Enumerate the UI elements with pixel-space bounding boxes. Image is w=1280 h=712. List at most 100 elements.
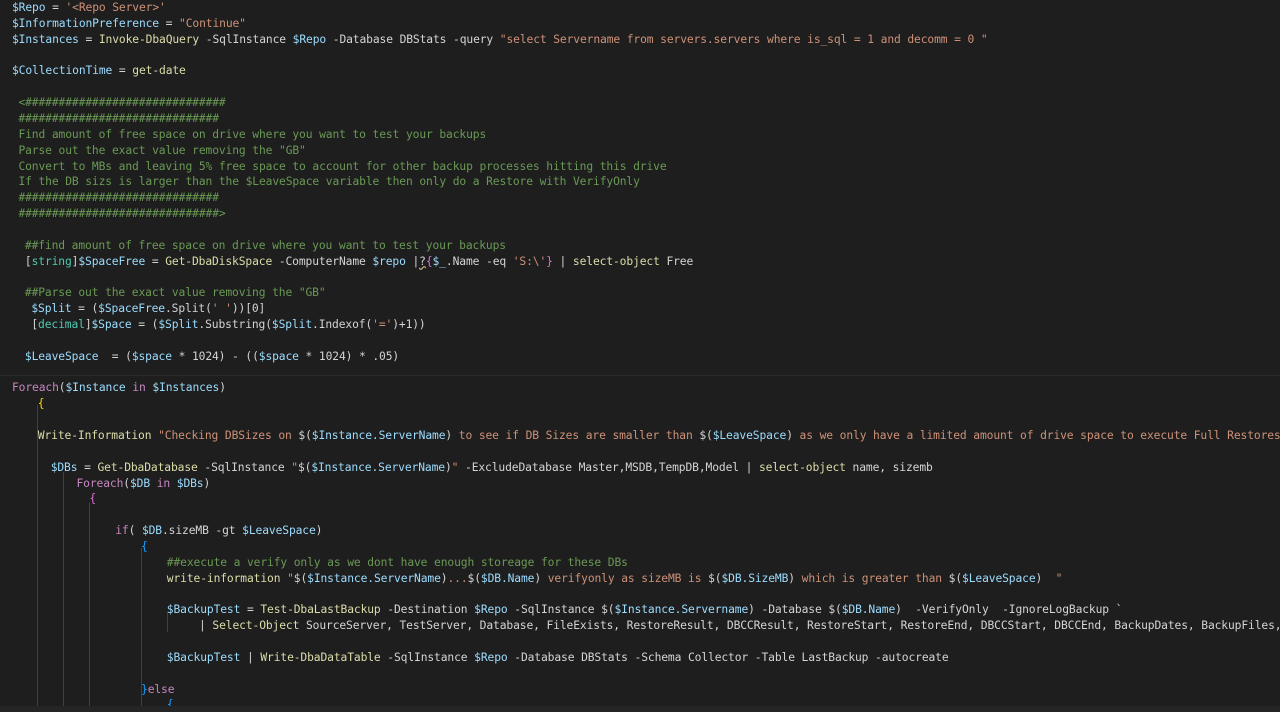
code-token: -SqlInstance bbox=[380, 650, 475, 664]
code-token: = bbox=[159, 16, 180, 30]
code-token: .ServerName bbox=[371, 460, 445, 474]
code-line[interactable]: [decimal]$Space = ($Split.Substring($Spl… bbox=[31, 317, 425, 333]
code-token: to see if DB Sizes are smaller than bbox=[452, 428, 700, 442]
code-line[interactable]: $DBs = Get-DbaDatabase -SqlInstance "$($… bbox=[51, 460, 933, 476]
code-token: ##execute a verify only as we dont have … bbox=[166, 555, 628, 569]
code-line[interactable]: { bbox=[89, 491, 96, 507]
code-token: 'S:\' bbox=[512, 254, 547, 268]
code-line[interactable]: ##find amount of free space on drive whe… bbox=[25, 238, 506, 254]
indent-guide bbox=[89, 503, 90, 712]
code-token: .ServerName bbox=[371, 428, 446, 442]
code-token: -ComputerName bbox=[272, 254, 373, 268]
code-token: $Repo bbox=[474, 650, 508, 664]
code-token: ##Parse out the exact value removing the… bbox=[24, 286, 326, 300]
code-line[interactable]: <############################## bbox=[18, 95, 225, 111]
code-token: $repo bbox=[372, 254, 406, 268]
code-line[interactable]: { bbox=[141, 539, 148, 555]
code-token: ) bbox=[203, 476, 211, 490]
code-line[interactable]: $Instances = Invoke-DbaQuery -SqlInstanc… bbox=[12, 32, 988, 48]
code-token: ############################## bbox=[18, 191, 219, 205]
code-token: get-date bbox=[132, 64, 186, 78]
code-token: .Split( bbox=[165, 302, 212, 316]
code-token: = ( bbox=[98, 349, 132, 363]
code-token: .Name bbox=[861, 603, 896, 617]
code-line[interactable]: Convert to MBs and leaving 5% free space… bbox=[18, 159, 666, 175]
code-token: ) bbox=[786, 428, 793, 442]
code-token: $LeaveSpace bbox=[242, 524, 316, 538]
code-token: Select-Object bbox=[212, 619, 300, 633]
code-token: = bbox=[145, 254, 166, 268]
code-token: -SqlInstance bbox=[507, 603, 602, 617]
code-token: { bbox=[141, 539, 148, 553]
code-line[interactable]: ############################## bbox=[18, 190, 219, 206]
code-token: $SpaceFree bbox=[78, 254, 146, 268]
code-line[interactable]: $Repo = '<Repo Server>' bbox=[12, 0, 166, 16]
code-line[interactable]: $InformationPreference = "Continue" bbox=[12, 16, 246, 32]
code-token: ) bbox=[748, 603, 755, 617]
code-token: Parse out the exact value removing the "… bbox=[18, 143, 306, 157]
code-token: ############################## bbox=[18, 111, 219, 125]
code-token: Find amount of free space on drive where… bbox=[18, 127, 487, 141]
code-token: $LeaveSpace bbox=[962, 571, 1036, 585]
code-line[interactable]: $BackupTest = Test-DbaLastBackup -Destin… bbox=[167, 602, 1123, 618]
code-line[interactable]: { bbox=[38, 396, 45, 412]
code-token: { bbox=[37, 397, 45, 411]
code-token: $DB bbox=[841, 603, 862, 617]
code-token: * 1024) - (( bbox=[171, 349, 259, 363]
code-line[interactable]: $BackupTest | Write-DbaDataTable -SqlIns… bbox=[167, 650, 949, 666]
code-token: | bbox=[240, 650, 261, 664]
code-token: = bbox=[240, 603, 261, 617]
code-line[interactable]: Foreach($DB in $DBs) bbox=[77, 476, 211, 492]
code-token: $InformationPreference bbox=[12, 16, 159, 30]
code-token: = ( bbox=[131, 318, 159, 331]
code-line[interactable]: Foreach($Instance in $Instances) bbox=[12, 380, 226, 396]
code-token: ) bbox=[315, 524, 323, 538]
code-line[interactable]: | Select-Object SourceServer, TestServer… bbox=[199, 618, 1280, 634]
code-token: $BackupTest bbox=[166, 650, 241, 664]
code-token: * 1024) * .05) bbox=[298, 349, 400, 363]
code-line[interactable]: [string]$SpaceFree = Get-DbaDiskSpace -C… bbox=[25, 254, 693, 270]
code-token: -SqlInstance bbox=[197, 460, 292, 474]
code-line[interactable]: Find amount of free space on drive where… bbox=[18, 127, 486, 143]
code-token: ' ' bbox=[211, 302, 232, 316]
code-token: -Database bbox=[754, 603, 829, 617]
code-token: .Name -eq bbox=[445, 254, 513, 268]
code-line[interactable]: ############################## bbox=[18, 111, 219, 127]
code-token: } bbox=[546, 254, 553, 268]
code-token: $Instance bbox=[311, 428, 372, 442]
code-token: $_ bbox=[432, 254, 446, 268]
code-token: in bbox=[156, 476, 171, 490]
code-line[interactable]: write-information "$($Instance.ServerNam… bbox=[166, 571, 1063, 587]
code-line[interactable]: }else bbox=[141, 682, 175, 698]
code-token: = bbox=[77, 460, 98, 474]
code-token: = ( bbox=[71, 302, 99, 316]
code-line[interactable]: Write-Information "Checking DBSizes on $… bbox=[38, 428, 1280, 444]
code-token: $( bbox=[708, 571, 722, 585]
code-line[interactable]: $LeaveSpace = ($space * 1024) - (($space… bbox=[25, 349, 399, 365]
code-editor[interactable]: $Repo = '<Repo Server>' $InformationPrefe… bbox=[0, 0, 1280, 712]
code-line[interactable]: if( $DB.sizeMB -gt $LeaveSpace) bbox=[115, 523, 322, 539]
code-line[interactable]: $CollectionTime = get-date bbox=[12, 63, 186, 79]
code-line[interactable]: ##Parse out the exact value removing the… bbox=[25, 285, 326, 301]
code-token: ) bbox=[444, 460, 452, 474]
code-token: string bbox=[31, 254, 72, 268]
code-token: $( bbox=[298, 428, 312, 442]
code-token: $Instance bbox=[307, 571, 368, 585]
code-line[interactable]: If the DB sizs is larger than the $Leave… bbox=[18, 174, 639, 190]
code-line[interactable]: Parse out the exact value removing the "… bbox=[18, 143, 305, 159]
code-line[interactable]: ##############################> bbox=[18, 206, 225, 222]
code-token: name, sizemb bbox=[845, 460, 933, 474]
code-line[interactable]: ##execute a verify only as we dont have … bbox=[167, 555, 628, 571]
code-token: $DB bbox=[721, 571, 742, 585]
code-token: select-object bbox=[759, 460, 846, 474]
code-token: -SqlInstance bbox=[199, 32, 293, 46]
code-token: ( bbox=[128, 524, 142, 538]
code-line[interactable]: $Split = ($SpaceFree.Split(' '))[0] bbox=[31, 301, 265, 317]
horizontal-scrollbar[interactable] bbox=[0, 706, 1280, 712]
indent-guide bbox=[63, 472, 64, 712]
code-token: $DB bbox=[141, 524, 162, 538]
code-token: -ExcludeDatabase Master,MSDB,TempDB,Mode… bbox=[458, 460, 759, 474]
code-token: write-information bbox=[166, 571, 281, 585]
code-token: = bbox=[45, 1, 66, 14]
